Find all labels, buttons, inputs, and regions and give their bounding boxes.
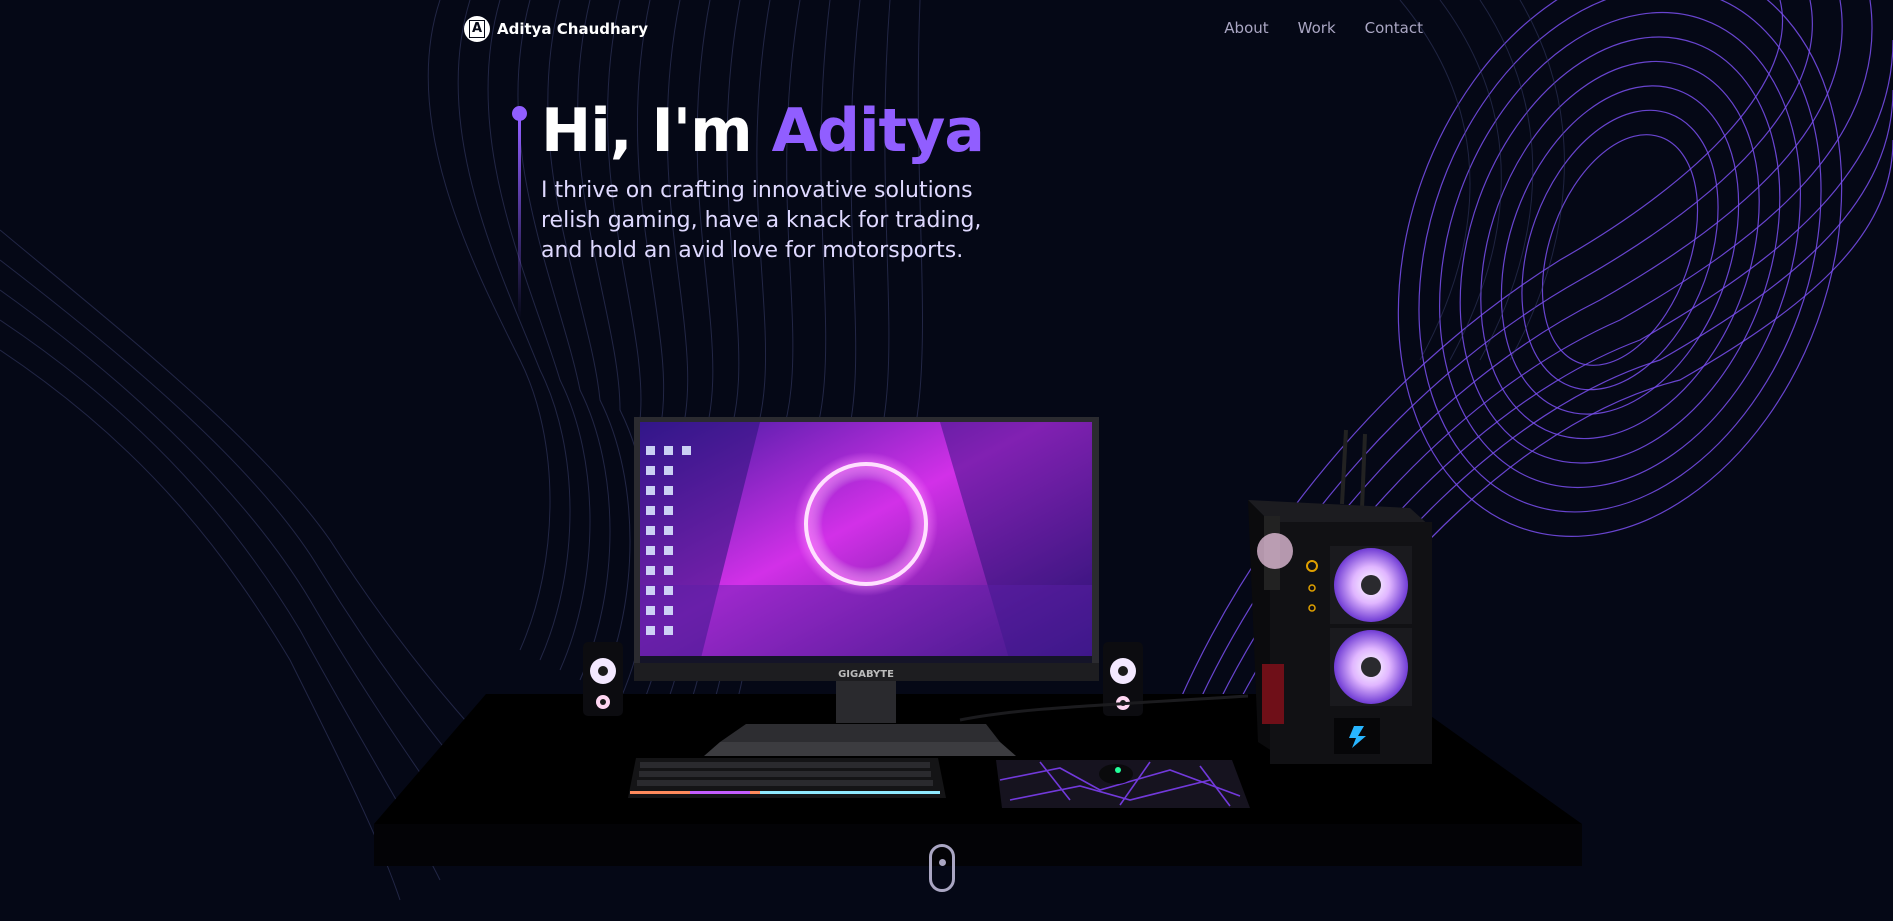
nav-link-work[interactable]: Work xyxy=(1298,19,1336,37)
hero-subtitle-line: and hold an avid love for motorsports. xyxy=(541,238,964,263)
nav-links: About Work Contact xyxy=(1224,19,1423,37)
monitor-brand-label: GIGABYTE xyxy=(838,669,894,680)
hero-greeting: Hi, I'm xyxy=(541,96,772,166)
mouse-scroll-icon[interactable] xyxy=(929,844,955,892)
mouse xyxy=(1099,764,1133,784)
logo-letter: A xyxy=(469,20,485,38)
navbar: A Aditya Chaudhary About Work Contact xyxy=(0,0,1893,56)
keyboard xyxy=(628,758,946,798)
speaker-left xyxy=(583,642,623,716)
hero-subtitle-line: relish gaming, have a knack for trading, xyxy=(541,208,982,233)
pc-tower xyxy=(1248,429,1432,764)
logo-icon: A xyxy=(464,16,490,42)
nav-link-contact[interactable]: Contact xyxy=(1365,19,1423,37)
accent-line xyxy=(518,119,521,319)
hero-subtitle-line: I thrive on crafting innovative solution… xyxy=(541,178,973,203)
nav-link-about[interactable]: About xyxy=(1224,19,1268,37)
brand-name: Aditya Chaudhary xyxy=(497,20,648,38)
hero-title: Hi, I'm Aditya xyxy=(541,96,985,166)
scroll-dot xyxy=(939,859,946,866)
logo-link[interactable]: A Aditya Chaudhary xyxy=(464,16,648,42)
hero-name: Aditya xyxy=(771,96,985,166)
hero-subtitle: I thrive on crafting innovative solution… xyxy=(541,176,1021,266)
